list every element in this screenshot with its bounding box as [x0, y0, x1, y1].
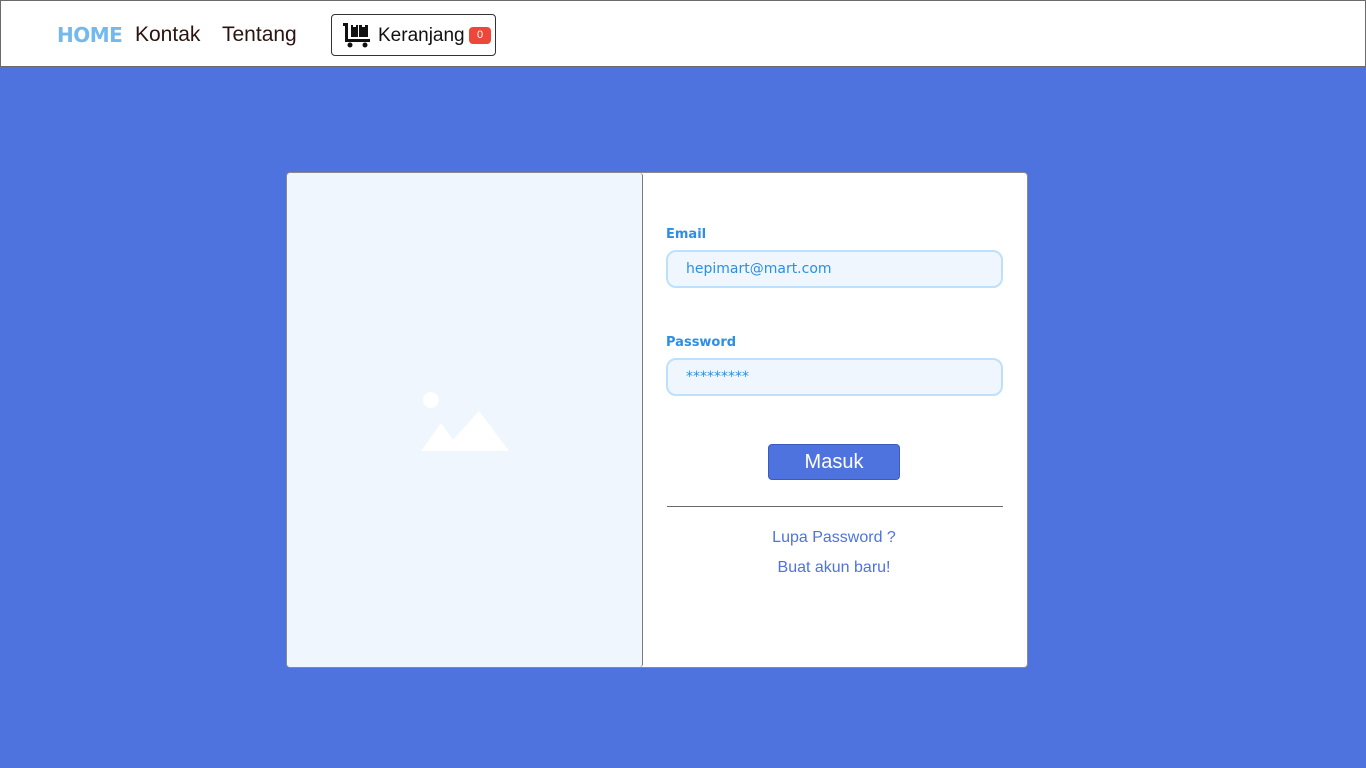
nav-kontak-link[interactable]: Kontak: [135, 23, 200, 47]
nav-tentang-link[interactable]: Tentang: [222, 23, 297, 47]
nav-home-link[interactable]: HOME: [57, 23, 123, 47]
login-form: Email Password Masuk Lupa Password ? Bua…: [643, 173, 1027, 667]
cart-count-badge: 0: [469, 27, 491, 44]
password-label: Password: [666, 335, 737, 350]
cart-icon: [343, 23, 370, 48]
email-field[interactable]: [666, 250, 1003, 288]
top-navbar: HOME Kontak Tentang Keranjang 0: [0, 0, 1366, 67]
password-field[interactable]: [666, 358, 1003, 396]
login-submit-button[interactable]: Masuk: [768, 444, 900, 480]
form-divider: [667, 506, 1003, 507]
cart-button[interactable]: Keranjang 0: [331, 14, 496, 56]
cart-label: Keranjang: [378, 25, 465, 46]
login-card: Email Password Masuk Lupa Password ? Bua…: [286, 172, 1028, 668]
register-link[interactable]: Buat akun baru!: [643, 559, 1025, 577]
email-label: Email: [666, 227, 707, 242]
forgot-password-link[interactable]: Lupa Password ?: [643, 529, 1025, 547]
image-placeholder-icon: [421, 392, 509, 451]
image-placeholder-pane: [287, 173, 643, 667]
